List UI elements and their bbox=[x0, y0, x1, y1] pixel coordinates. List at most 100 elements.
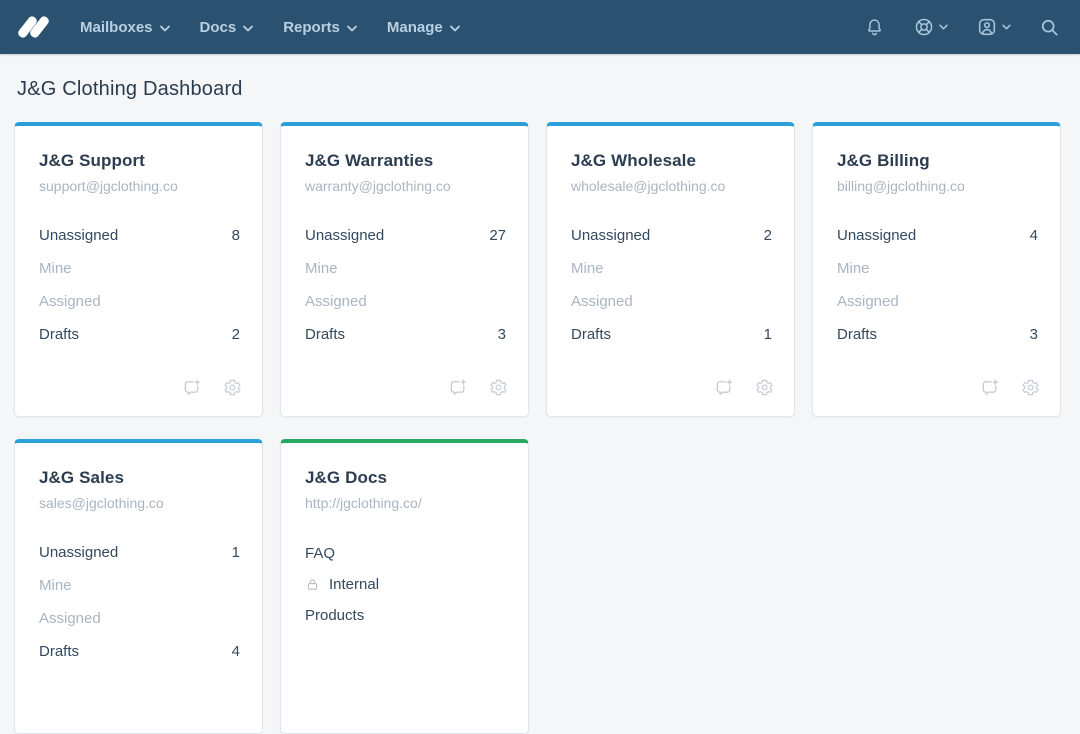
folder-count: 3 bbox=[498, 326, 506, 343]
folder-label: Mine bbox=[39, 260, 72, 277]
mailbox-address: wholesale@jgclothing.co bbox=[571, 178, 772, 194]
folder-row-unassigned[interactable]: Unassigned 27 bbox=[305, 219, 506, 252]
folder-row-unassigned[interactable]: Unassigned 1 bbox=[39, 536, 240, 569]
docs-site-name[interactable]: J&G Docs bbox=[305, 468, 506, 488]
folder-row-unassigned[interactable]: Unassigned 4 bbox=[837, 219, 1038, 252]
nav-item-label: Docs bbox=[200, 19, 237, 36]
dashboard-cards: J&G Support support@jgclothing.co Unassi… bbox=[0, 101, 1080, 734]
chevron-down-icon bbox=[1002, 24, 1011, 30]
folder-row-mine[interactable]: Mine bbox=[39, 569, 240, 602]
new-conversation-icon[interactable] bbox=[714, 378, 734, 403]
nav-right-icons bbox=[864, 16, 1060, 38]
settings-gear-icon[interactable] bbox=[755, 378, 774, 403]
folder-label: Unassigned bbox=[305, 227, 384, 244]
mailbox-name[interactable]: J&G Warranties bbox=[305, 151, 506, 171]
collection-row-products[interactable]: Products bbox=[305, 600, 506, 631]
mailbox-name[interactable]: J&G Support bbox=[39, 151, 240, 171]
folder-row-drafts[interactable]: Drafts 3 bbox=[837, 318, 1038, 351]
mailbox-address: billing@jgclothing.co bbox=[837, 178, 1038, 194]
folder-row-unassigned[interactable]: Unassigned 2 bbox=[571, 219, 772, 252]
folder-label: Drafts bbox=[571, 326, 611, 343]
new-conversation-icon[interactable] bbox=[448, 378, 468, 403]
collection-row-internal[interactable]: Internal bbox=[305, 569, 506, 600]
settings-gear-icon[interactable] bbox=[1021, 378, 1040, 403]
nav-item-manage[interactable]: Manage bbox=[387, 19, 460, 36]
folder-row-mine[interactable]: Mine bbox=[305, 252, 506, 285]
folder-label: Drafts bbox=[837, 326, 877, 343]
folder-label: Mine bbox=[837, 260, 870, 277]
chevron-down-icon bbox=[347, 23, 357, 32]
folder-label: Mine bbox=[571, 260, 604, 277]
collection-label: Internal bbox=[329, 576, 379, 593]
folder-count: 2 bbox=[764, 227, 772, 244]
helpscout-logo[interactable] bbox=[18, 10, 52, 44]
nav-item-reports[interactable]: Reports bbox=[283, 19, 357, 36]
collection-list: FAQ Internal Products bbox=[305, 538, 506, 631]
top-nav: Mailboxes Docs Reports Manage bbox=[0, 0, 1080, 54]
folder-row-assigned[interactable]: Assigned bbox=[837, 285, 1038, 318]
card-footer bbox=[182, 378, 242, 403]
collection-label: FAQ bbox=[305, 545, 335, 562]
folder-row-mine[interactable]: Mine bbox=[837, 252, 1038, 285]
docs-site-url: http://jgclothing.co/ bbox=[305, 495, 506, 511]
folder-count: 4 bbox=[1030, 227, 1038, 244]
nav-item-label: Mailboxes bbox=[80, 19, 153, 36]
nav-item-mailboxes[interactable]: Mailboxes bbox=[80, 19, 170, 36]
chevron-down-icon bbox=[450, 23, 460, 32]
new-conversation-icon[interactable] bbox=[980, 378, 1000, 403]
mailbox-address: warranty@jgclothing.co bbox=[305, 178, 506, 194]
mailbox-name[interactable]: J&G Billing bbox=[837, 151, 1038, 171]
folder-row-assigned[interactable]: Assigned bbox=[305, 285, 506, 318]
folder-row-assigned[interactable]: Assigned bbox=[39, 285, 240, 318]
page-title: J&G Clothing Dashboard bbox=[17, 78, 1080, 101]
folder-row-assigned[interactable]: Assigned bbox=[571, 285, 772, 318]
folder-label: Assigned bbox=[305, 293, 367, 310]
folder-row-drafts[interactable]: Drafts 2 bbox=[39, 318, 240, 351]
docs-site-card: J&G Docs http://jgclothing.co/ FAQ Inter… bbox=[280, 439, 529, 734]
folder-count: 1 bbox=[232, 544, 240, 561]
mailbox-card-sales: J&G Sales sales@jgclothing.co Unassigned… bbox=[14, 439, 263, 734]
card-footer bbox=[714, 378, 774, 403]
collection-label: Products bbox=[305, 607, 364, 624]
folder-label: Assigned bbox=[39, 610, 101, 627]
folder-label: Assigned bbox=[571, 293, 633, 310]
mailbox-name[interactable]: J&G Sales bbox=[39, 468, 240, 488]
chevron-down-icon bbox=[160, 23, 170, 32]
mailbox-address: support@jgclothing.co bbox=[39, 178, 240, 194]
folder-label: Mine bbox=[39, 577, 72, 594]
folder-list: Unassigned 1 Mine Assigned Drafts 4 bbox=[39, 536, 240, 668]
folder-count: 1 bbox=[764, 326, 772, 343]
folder-row-mine[interactable]: Mine bbox=[39, 252, 240, 285]
nav-item-label: Reports bbox=[283, 19, 340, 36]
folder-row-unassigned[interactable]: Unassigned 8 bbox=[39, 219, 240, 252]
folder-list: Unassigned 2 Mine Assigned Drafts 1 bbox=[571, 219, 772, 351]
folder-list: Unassigned 8 Mine Assigned Drafts 2 bbox=[39, 219, 240, 351]
collection-row-faq[interactable]: FAQ bbox=[305, 538, 506, 569]
folder-row-drafts[interactable]: Drafts 1 bbox=[571, 318, 772, 351]
nav-item-docs[interactable]: Docs bbox=[200, 19, 254, 36]
account-menu-icon[interactable] bbox=[976, 16, 1011, 38]
chevron-down-icon bbox=[939, 24, 948, 30]
search-icon[interactable] bbox=[1039, 17, 1060, 38]
settings-gear-icon[interactable] bbox=[223, 378, 242, 403]
folder-count: 4 bbox=[232, 643, 240, 660]
settings-gear-icon[interactable] bbox=[489, 378, 508, 403]
folder-row-mine[interactable]: Mine bbox=[571, 252, 772, 285]
mailbox-card-warranties: J&G Warranties warranty@jgclothing.co Un… bbox=[280, 122, 529, 417]
new-conversation-icon[interactable] bbox=[182, 378, 202, 403]
folder-label: Drafts bbox=[39, 326, 79, 343]
folder-row-drafts[interactable]: Drafts 3 bbox=[305, 318, 506, 351]
help-beacon-icon[interactable] bbox=[913, 16, 948, 38]
folder-label: Assigned bbox=[837, 293, 899, 310]
card-footer bbox=[448, 378, 508, 403]
mailbox-name[interactable]: J&G Wholesale bbox=[571, 151, 772, 171]
folder-row-assigned[interactable]: Assigned bbox=[39, 602, 240, 635]
folder-row-drafts[interactable]: Drafts 4 bbox=[39, 635, 240, 668]
nav-item-label: Manage bbox=[387, 19, 443, 36]
folder-label: Unassigned bbox=[837, 227, 916, 244]
folder-label: Unassigned bbox=[571, 227, 650, 244]
folder-label: Unassigned bbox=[39, 544, 118, 561]
lock-icon bbox=[305, 577, 320, 592]
notifications-bell-icon[interactable] bbox=[864, 17, 885, 38]
folder-label: Assigned bbox=[39, 293, 101, 310]
